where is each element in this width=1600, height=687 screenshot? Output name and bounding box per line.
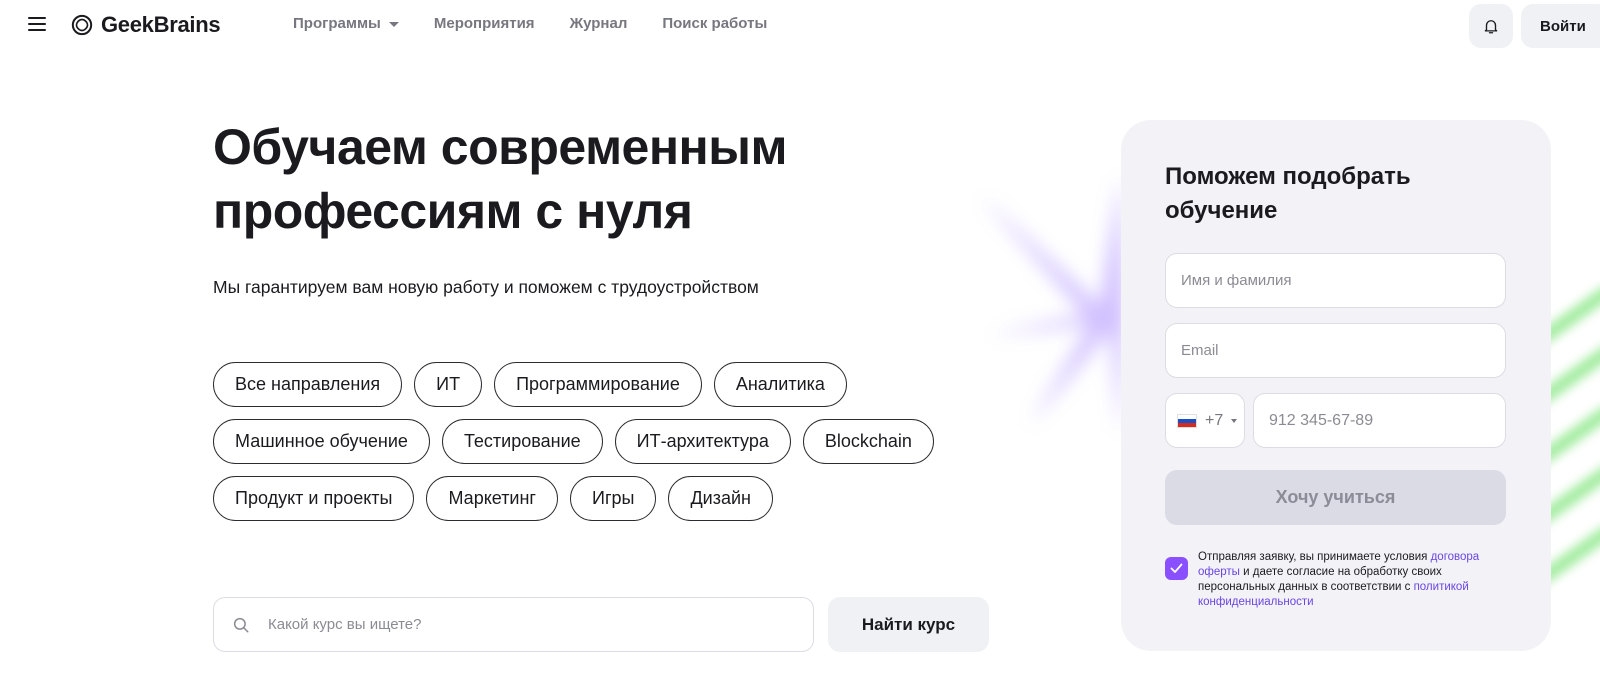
chip-row: Продукт и проекты Маркетинг Игры Дизайн	[213, 476, 973, 521]
chip-blockchain[interactable]: Blockchain	[802, 419, 934, 464]
chip-testing[interactable]: Тестирование	[441, 419, 603, 464]
chip-marketing[interactable]: Маркетинг	[426, 476, 558, 521]
chip-all-directions[interactable]: Все направления	[213, 362, 403, 407]
consent-block: Отправляя заявку, вы принимаете условия …	[1165, 550, 1506, 610]
consent-text: Отправляя заявку, вы принимаете условия …	[1198, 550, 1506, 610]
chip-product-projects[interactable]: Продукт и проекты	[213, 476, 415, 521]
russia-flag-icon	[1177, 413, 1197, 428]
chip-row: Машинное обучение Тестирование ИТ-архите…	[213, 419, 973, 464]
nav-events-label: Мероприятия	[433, 15, 535, 32]
name-field-wrapper	[1165, 253, 1506, 308]
logo-icon	[71, 14, 93, 36]
menu-icon[interactable]	[28, 17, 46, 31]
login-button[interactable]: Войти	[1521, 4, 1600, 48]
logo-text: GeekBrains	[101, 12, 221, 37]
check-icon	[1170, 563, 1183, 573]
email-field-wrapper	[1165, 323, 1506, 378]
nav-programs-label: Программы	[293, 15, 381, 32]
chip-row: Все направления ИТ Программирование Анал…	[213, 362, 973, 407]
notifications-button[interactable]	[1469, 4, 1513, 48]
nav-job-search-label: Поиск работы	[662, 15, 768, 32]
nav-journal-label: Журнал	[569, 15, 628, 32]
consent-text-part1: Отправляя заявку, вы принимаете условия	[1198, 551, 1431, 563]
nav-journal[interactable]: Журнал	[570, 15, 628, 32]
course-search-box	[213, 597, 814, 652]
chip-machine-learning[interactable]: Машинное обучение	[213, 419, 430, 464]
country-code-select[interactable]: +7	[1165, 393, 1245, 448]
nav-job-search[interactable]: Поиск работы	[662, 15, 767, 32]
chip-it-architecture[interactable]: ИТ-архитектура	[614, 419, 791, 464]
consent-checkbox[interactable]	[1165, 557, 1188, 580]
nav-events[interactable]: Мероприятия	[434, 15, 535, 32]
phone-field-wrapper	[1253, 393, 1506, 448]
top-header: GeekBrains Программы Мероприятия Журнал …	[0, 0, 1600, 50]
logo[interactable]: GeekBrains	[71, 12, 221, 38]
nav-programs[interactable]: Программы	[293, 15, 399, 32]
email-input[interactable]	[1181, 342, 1481, 359]
hero-title: Обучаем современным профессиям с нуля	[213, 119, 787, 239]
main-nav: Программы Мероприятия Журнал Поиск работ…	[293, 15, 767, 32]
chip-it[interactable]: ИТ	[414, 362, 483, 407]
name-input[interactable]	[1181, 272, 1481, 289]
submit-button[interactable]: Хочу учиться	[1165, 470, 1506, 525]
chip-analytics[interactable]: Аналитика	[713, 362, 847, 407]
consultation-form-card: Поможем подобрать обучение +7 Хочу учить…	[1121, 120, 1551, 651]
chip-design[interactable]: Дизайн	[668, 476, 773, 521]
hero-subtitle: Мы гарантируем вам новую работу и поможе…	[213, 277, 759, 297]
chip-games[interactable]: Игры	[570, 476, 657, 521]
chevron-down-icon	[1231, 418, 1238, 423]
chip-programming[interactable]: Программирование	[494, 362, 702, 407]
phone-input[interactable]	[1269, 411, 1489, 430]
country-code-value: +7	[1205, 411, 1224, 429]
search-icon	[233, 617, 249, 632]
chevron-down-icon	[388, 22, 399, 27]
category-chips: Все направления ИТ Программирование Анал…	[213, 362, 973, 533]
course-search-input[interactable]	[268, 616, 748, 633]
form-title: Поможем подобрать обучение	[1165, 163, 1411, 224]
bell-icon	[1484, 20, 1498, 34]
find-course-button[interactable]: Найти курс	[828, 597, 989, 652]
